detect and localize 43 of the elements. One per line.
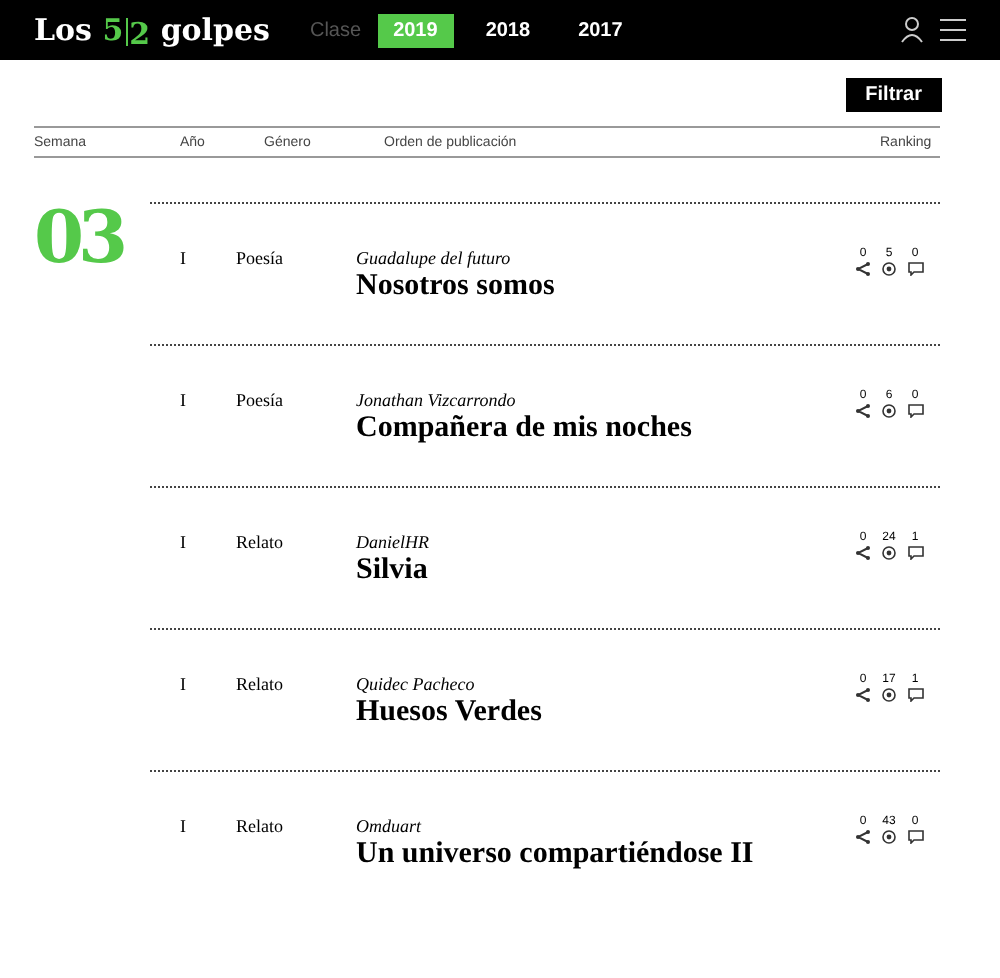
story-title[interactable]: Un universo compartiéndose II [356,838,854,872]
year-cell-text: I [178,532,188,552]
year-tab[interactable]: 2017 [562,13,639,47]
comment-icon[interactable] [907,546,923,560]
story-title[interactable]: Huesos Verdes [356,696,854,730]
story-title[interactable]: Compañera de mis noches [356,412,854,446]
share-icon[interactable] [856,688,870,702]
author-name[interactable]: Jonathan Vizcarrondo [356,390,854,410]
genre-cell-text: Poesía [236,248,285,268]
author-name[interactable]: Omduart [356,816,854,836]
filter-button[interactable]: Filtrar [845,78,942,112]
author-name[interactable]: Quidec Pacheco [356,674,854,694]
comment-icon[interactable] [907,830,923,844]
author-name[interactable]: DanielHR [356,532,854,552]
eye-icon [882,688,896,702]
year-cell-text: I [178,816,188,836]
share-icon[interactable] [856,262,870,276]
user-icon[interactable] [900,16,924,44]
genre-cell-text: Relato [236,816,285,836]
genre-cell-text: Poesía [236,390,285,410]
eye-icon [882,830,896,844]
story-title[interactable]: Silvia [356,554,854,588]
share-icon[interactable] [856,404,870,418]
eye-icon [882,262,896,276]
year-cell-text: I [178,390,188,410]
class-label: Clase [309,19,362,41]
menu-icon[interactable] [940,18,966,42]
eye-icon [882,546,896,560]
year-tab[interactable]: 2018 [469,13,547,47]
share-icon[interactable] [856,546,870,560]
comment-icon[interactable] [907,688,923,702]
comment-icon[interactable] [907,404,923,418]
genre-cell-text: Relato [236,532,285,552]
eye-icon [882,404,896,418]
story-title[interactable]: Nosotros somos [356,270,854,304]
year-cell-text: I [178,248,188,268]
comment-icon[interactable] [907,262,923,276]
week-number: 03 [34,202,126,284]
year-cell-text: I [178,674,188,694]
site-logo[interactable]: Los 5 2 golpes [34,12,270,48]
genre-cell-text: Relato [236,674,285,694]
author-name[interactable]: Guadalupe del futuro [356,248,854,268]
share-icon[interactable] [856,830,870,844]
